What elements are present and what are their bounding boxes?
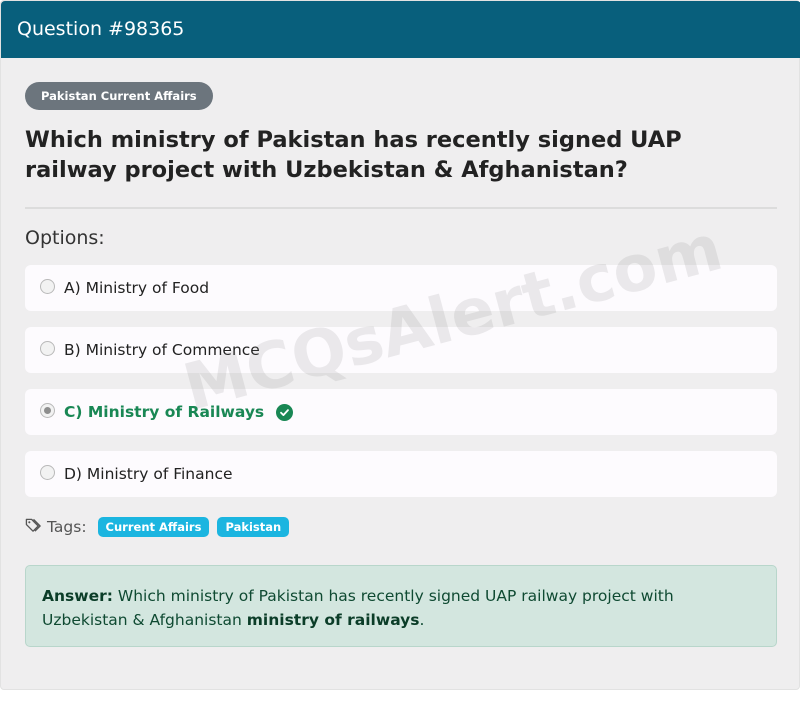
question-number: Question #98365 — [17, 18, 185, 40]
tag-pakistan[interactable]: Pakistan — [217, 517, 290, 537]
option-c-radio[interactable] — [40, 402, 55, 418]
tag-current-affairs[interactable]: Current Affairs — [97, 517, 210, 537]
option-d-radio[interactable] — [40, 464, 55, 480]
option-d-label: D) Ministry of Finance — [64, 465, 233, 483]
tags-label: Tags: — [47, 518, 87, 536]
radio-selected-dot — [44, 406, 51, 414]
check-circle-icon — [276, 403, 294, 421]
question-card: Question #98365 Pakistan Current Affairs… — [0, 0, 800, 690]
answer-suffix: . — [419, 611, 425, 629]
question-header: Question #98365 — [1, 1, 800, 58]
option-b-label: B) Ministry of Commence — [64, 341, 260, 359]
option-c[interactable]: C) Ministry of Railways — [25, 389, 777, 435]
option-b[interactable]: B) Ministry of Commence — [25, 327, 777, 373]
divider — [25, 207, 777, 209]
answer-prefix: Answer: — [42, 587, 113, 605]
question-text: Which ministry of Pakistan has recently … — [25, 127, 682, 183]
answer-highlight: ministry of railways — [246, 611, 420, 629]
option-a-radio[interactable] — [40, 278, 55, 294]
category-badge[interactable]: Pakistan Current Affairs — [25, 82, 213, 110]
tags-icon — [25, 517, 42, 538]
answer-box: Answer: Which ministry of Pakistan has r… — [25, 565, 777, 647]
option-c-label: C) Ministry of Railways — [64, 403, 265, 421]
option-a[interactable]: A) Ministry of Food — [25, 265, 777, 311]
option-d[interactable]: D) Ministry of Finance — [25, 451, 777, 497]
options-label: Options: — [25, 227, 105, 249]
tags-row: Tags: Current Affairs Pakistan — [25, 515, 297, 539]
option-b-radio[interactable] — [40, 340, 55, 356]
option-a-label: A) Ministry of Food — [64, 279, 210, 297]
